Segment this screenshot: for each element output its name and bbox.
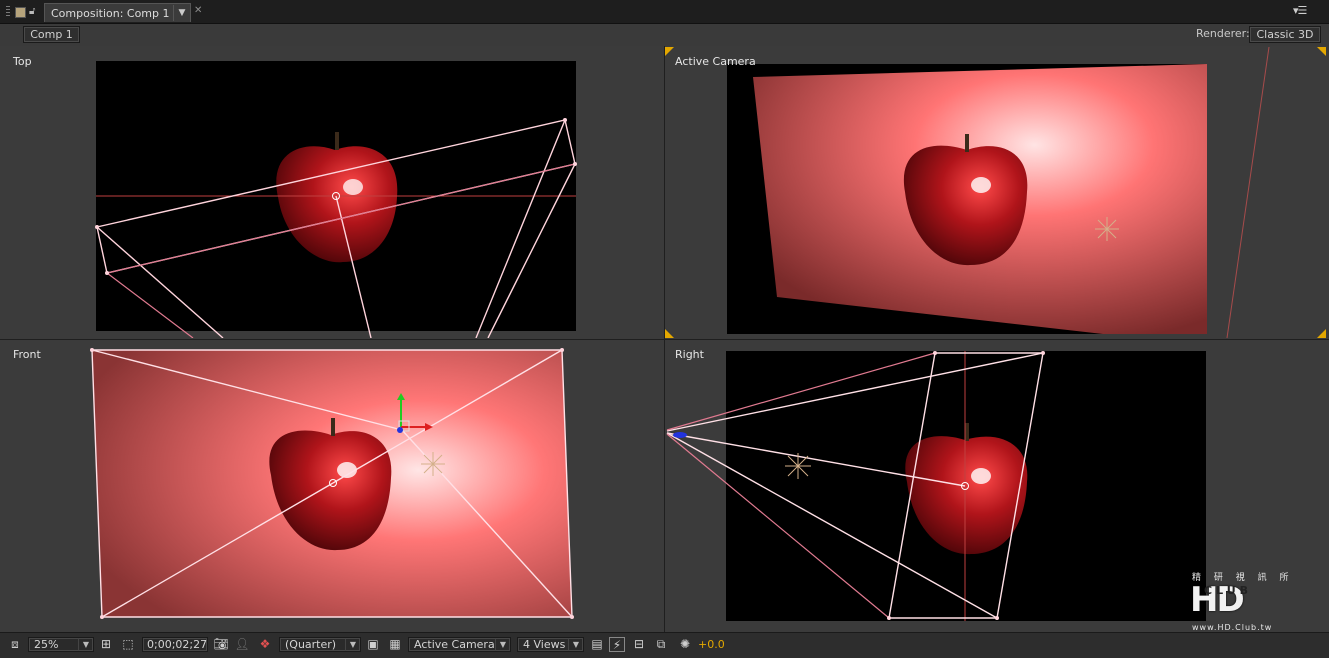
top-view-scene xyxy=(95,61,577,338)
camera-edge-line xyxy=(1226,47,1270,338)
watermark-logo: 精 研 視 訊 所 HD CLUB www.HD.Club.tw xyxy=(1186,568,1288,636)
snapshot-icon[interactable]: 📷︎ xyxy=(212,637,230,652)
exposure-value[interactable]: +0.0 xyxy=(698,637,728,652)
corner-mark-br xyxy=(1317,329,1326,338)
fast-preview-icon[interactable]: ▣ xyxy=(365,637,381,652)
watermark-url: www.HD.Club.tw xyxy=(1192,623,1273,632)
show-snapshot-icon[interactable]: 👤︎ xyxy=(234,637,250,652)
toggle-pixel-aspect-icon[interactable]: ▤ xyxy=(589,637,605,652)
camera-view-value: Active Camera xyxy=(414,638,495,651)
view-label-active-camera: Active Camera xyxy=(675,55,756,68)
always-preview-icon[interactable]: ⧈ xyxy=(7,637,23,652)
channel-icon[interactable]: ❖ xyxy=(256,637,274,652)
lock-icon[interactable]: 🔓︎ xyxy=(29,6,40,18)
corner-mark-bl xyxy=(665,329,674,338)
chevron-down-icon: ▼ xyxy=(78,638,93,651)
watermark-club-text: CLUB xyxy=(1204,584,1253,597)
light-icon-active xyxy=(1095,217,1119,241)
tab-composition[interactable]: Composition: Comp 1 ▼ xyxy=(44,3,191,22)
transparency-grid-icon[interactable]: ▦ xyxy=(387,637,403,652)
camera-view-dropdown[interactable]: Active Camera ▼ xyxy=(408,637,511,652)
active-camera-scene xyxy=(665,47,1326,338)
resolution-value: (Quarter) xyxy=(285,638,337,651)
timecode-value: 0;00;02;27 xyxy=(147,638,208,651)
tab-title: Composition: Comp 1 xyxy=(51,7,170,20)
magnification-dropdown[interactable]: 25% ▼ xyxy=(28,637,94,652)
resolution-dropdown[interactable]: (Quarter) ▼ xyxy=(279,637,361,652)
light-icon-front xyxy=(421,452,445,476)
viewport-divider-horizontal[interactable] xyxy=(0,339,1329,340)
corner-mark-tl xyxy=(665,47,674,56)
chevron-down-icon[interactable]: ▼ xyxy=(173,5,190,21)
view-layout-value: 4 Views xyxy=(523,638,566,651)
viewport-top[interactable]: Top xyxy=(3,47,663,338)
corner-mark-tr xyxy=(1317,47,1326,56)
front-view-scene xyxy=(90,348,574,619)
grip-icon[interactable] xyxy=(6,6,10,17)
chevron-down-icon: ▼ xyxy=(568,638,583,651)
region-icon[interactable]: ⬚ xyxy=(120,637,136,652)
exposure-icon[interactable]: ✺ xyxy=(677,637,693,652)
current-time-field[interactable]: 0;00;02;27 xyxy=(142,637,208,652)
renderer-button[interactable]: Classic 3D xyxy=(1249,26,1321,43)
view-layout-dropdown[interactable]: 4 Views ▼ xyxy=(517,637,584,652)
chevron-down-icon: ▼ xyxy=(495,638,510,651)
view-label-top: Top xyxy=(13,55,32,68)
renderer-label: Renderer: xyxy=(1196,27,1250,40)
flowchart-icon[interactable]: ⧉ xyxy=(653,637,669,652)
camera-marker-right xyxy=(673,432,687,438)
close-icon[interactable]: ✕ xyxy=(194,5,202,16)
toggle-view-icon[interactable]: ⚡︎ xyxy=(609,637,625,652)
view-label-right: Right xyxy=(675,348,704,361)
light-icon-right xyxy=(785,453,811,479)
view-label-front: Front xyxy=(13,348,41,361)
viewport-active-camera[interactable]: Active Camera xyxy=(665,47,1326,338)
grid-icon[interactable]: ⊞ xyxy=(98,637,114,652)
chevron-down-icon: ▼ xyxy=(345,638,360,651)
magnification-value: 25% xyxy=(34,638,59,651)
comp-navigator-button[interactable]: Comp 1 xyxy=(23,26,80,43)
viewport-front[interactable]: Front xyxy=(3,340,663,631)
timeline-icon[interactable]: ⊟ xyxy=(631,637,647,652)
composition-header xyxy=(0,24,1329,46)
comp-color-swatch xyxy=(15,7,26,18)
panel-menu-icon[interactable]: ▾☰ xyxy=(1293,4,1307,17)
